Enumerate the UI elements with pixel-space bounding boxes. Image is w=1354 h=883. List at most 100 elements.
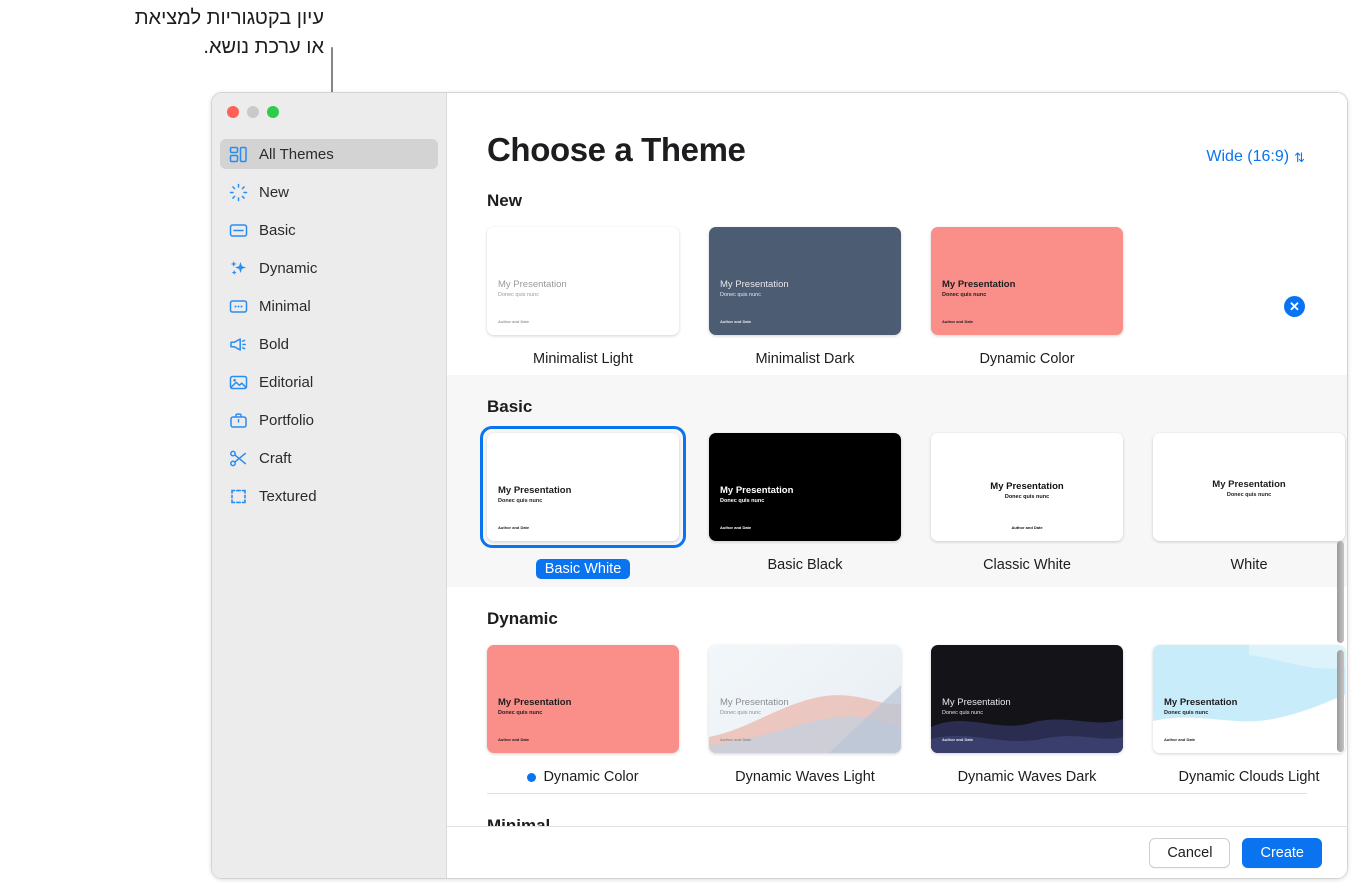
theme-card[interactable]: My Presentation Donec quis nunc Author and… [931,433,1123,579]
theme-card[interactable]: My Presentation Donec quis nunc Author and… [1153,645,1345,785]
chevron-updown-icon: ⇅ [1294,149,1305,165]
theme-thumbnail[interactable]: My Presentation Donec quis nunc Author and… [931,645,1123,753]
theme-thumbnail[interactable]: My Presentation Donec quis nunc Author and… [931,227,1123,335]
thumb-author: Author and Date [498,525,530,530]
callout-text: עיון בקטגוריות למציאת או ערכת נושא. [134,7,324,58]
theme-grid: My Presentation Donec quis nunc Author and… [487,645,1345,785]
close-icon[interactable]: ✕ [1284,296,1305,317]
theme-caption: Basic Black [709,557,901,573]
section-title: New [487,191,522,210]
theme-name: Dynamic Color [979,351,1075,367]
sidebar-item-label: Portfolio [259,411,315,429]
theme-name: Dynamic Color [543,769,639,785]
sidebar-item-label: New [259,183,290,201]
thumb-subtitle: Donec quis nunc [498,292,539,298]
theme-card[interactable]: My Presentation Donec quis nunc Author and… [709,645,901,785]
sidebar-item-textured[interactable]: Textured [220,481,438,511]
all-themes-icon [229,145,248,164]
sidebar-item-new[interactable]: New [220,177,438,207]
thumb-subtitle: Donec quis nunc [1164,710,1209,716]
theme-section-new: New My Presentation Donec quis nunc Author … [447,169,1347,375]
theme-name: Dynamic Clouds Light [1178,769,1320,785]
theme-thumbnail[interactable]: My Presentation Donec quis nunc Author and… [709,227,901,335]
zoom-window-button[interactable] [267,106,279,118]
thumb-subtitle: Donec quis nunc [720,710,761,716]
theme-thumbnail-frame: My Presentation Donec quis nunc Author and… [487,645,679,753]
thumb-title: My Presentation [720,697,789,708]
theme-name: Basic Black [767,557,843,573]
theme-grid: My Presentation Donec quis nunc Author and… [480,426,1345,579]
main-content: Choose a Theme Wide (16:9) ⇅ New My Prese… [447,93,1347,878]
sidebar-item-craft[interactable]: Craft [220,443,438,473]
theme-card[interactable]: My Presentation Donec quis nunc Author and… [480,426,686,579]
create-button[interactable]: Create [1242,837,1322,868]
sidebar-item-label: Dynamic [259,259,318,277]
theme-card[interactable]: My Presentation Donec quis nunc Author and… [931,227,1123,367]
header-row: Choose a Theme Wide (16:9) ⇅ [447,93,1347,169]
thumb-subtitle: Donec quis nunc [1004,494,1050,500]
theme-thumbnail[interactable]: My Presentation Donec quis nunc Author and… [709,645,901,753]
sidebar-item-label: All Themes [259,145,334,163]
sidebar-item-label: Basic [259,221,296,239]
sidebar-item-portfolio[interactable]: Portfolio [220,405,438,435]
theme-caption: Basic White [487,559,679,579]
theme-caption: Dynamic Color [931,351,1123,367]
thumb-author: Author and Date [1164,737,1196,742]
theme-section-basic: Basic My Presentation Donec quis nunc Autho… [447,375,1347,587]
sidebar-item-all-themes[interactable]: All Themes [220,139,438,169]
sidebar-item-label: Bold [259,335,290,353]
theme-thumbnail[interactable]: My Presentation Donec quis nunc Author and… [487,433,679,541]
section-title: Minimal [487,816,551,826]
theme-section-minimal: Minimal [447,794,1347,826]
theme-thumbnail-frame: My Presentation Donec quis nunc Author and… [480,426,686,548]
theme-card[interactable]: My Presentation Donec quis nunc Author and… [709,433,901,579]
theme-scroll-area[interactable]: Choose a Theme Wide (16:9) ⇅ New My Prese… [447,93,1347,826]
theme-thumbnail[interactable]: My Presentation Donec quis nunc [1153,433,1345,541]
theme-card[interactable]: My Presentation Donec quis nunc White [1153,433,1345,579]
theme-thumbnail-frame: My Presentation Donec quis nunc Author and… [709,433,901,541]
crop-frame-icon [229,487,248,506]
thumb-title: My Presentation [1212,479,1286,490]
sidebar-item-label: Minimal [259,297,311,315]
cancel-button[interactable]: Cancel [1149,837,1231,868]
sidebar-item-bold[interactable]: Bold [220,329,438,359]
theme-thumbnail[interactable]: My Presentation Donec quis nunc Author and… [931,433,1123,541]
theme-thumbnail[interactable]: My Presentation Donec quis nunc Author and… [487,645,679,753]
thumb-title: My Presentation [1164,697,1238,708]
sidebar-item-basic[interactable]: Basic [220,215,438,245]
thumb-subtitle: Donec quis nunc [942,710,983,716]
theme-caption: Dynamic Color [487,769,679,785]
aspect-ratio-picker[interactable]: Wide (16:9) ⇅ [1206,148,1305,166]
theme-card[interactable]: My Presentation Donec quis nunc Author and… [709,227,901,367]
theme-name: White [1230,557,1268,573]
thumb-author: Author and Date [498,319,530,324]
theme-caption: White [1153,557,1345,573]
thumb-subtitle: Donec quis nunc [498,498,543,504]
theme-thumbnail[interactable]: My Presentation Donec quis nunc Author and… [1153,645,1345,753]
color-variant-dot-icon[interactable] [527,772,537,782]
theme-card[interactable]: My Presentation Donec quis nunc Author and… [487,227,679,367]
theme-name: Minimalist Dark [755,351,855,367]
thumb-author: Author and Date [942,319,974,324]
theme-thumbnail[interactable]: My Presentation Donec quis nunc Author and… [709,433,901,541]
sidebar-item-dynamic[interactable]: Dynamic [220,253,438,283]
scrollbar-thumb-dynamic[interactable] [1337,650,1344,752]
theme-card[interactable]: My Presentation Donec quis nunc Author and… [487,645,679,785]
thumb-title: My Presentation [498,279,567,290]
sidebar-item-editorial[interactable]: Editorial [220,367,438,397]
minimize-window-button[interactable] [247,106,259,118]
thumb-title: My Presentation [942,697,1011,708]
minimal-dots-icon [229,297,248,316]
theme-section-dynamic: Dynamic My Presentation Donec quis nunc Aut… [447,587,1347,793]
thumb-title: My Presentation [498,485,572,496]
theme-caption: Minimalist Dark [709,351,901,367]
theme-thumbnail[interactable]: My Presentation Donec quis nunc Author and… [487,227,679,335]
theme-card[interactable]: My Presentation Donec quis nunc Author and… [931,645,1123,785]
sidebar-item-minimal[interactable]: Minimal [220,291,438,321]
close-window-button[interactable] [227,106,239,118]
theme-thumbnail-frame: My Presentation Donec quis nunc Author and… [487,227,679,335]
thumb-title: My Presentation [720,485,794,496]
theme-caption: Classic White [931,557,1123,573]
scrollbar-thumb-basic[interactable] [1337,541,1344,643]
theme-thumbnail-frame: My Presentation Donec quis nunc Author and… [931,645,1123,753]
